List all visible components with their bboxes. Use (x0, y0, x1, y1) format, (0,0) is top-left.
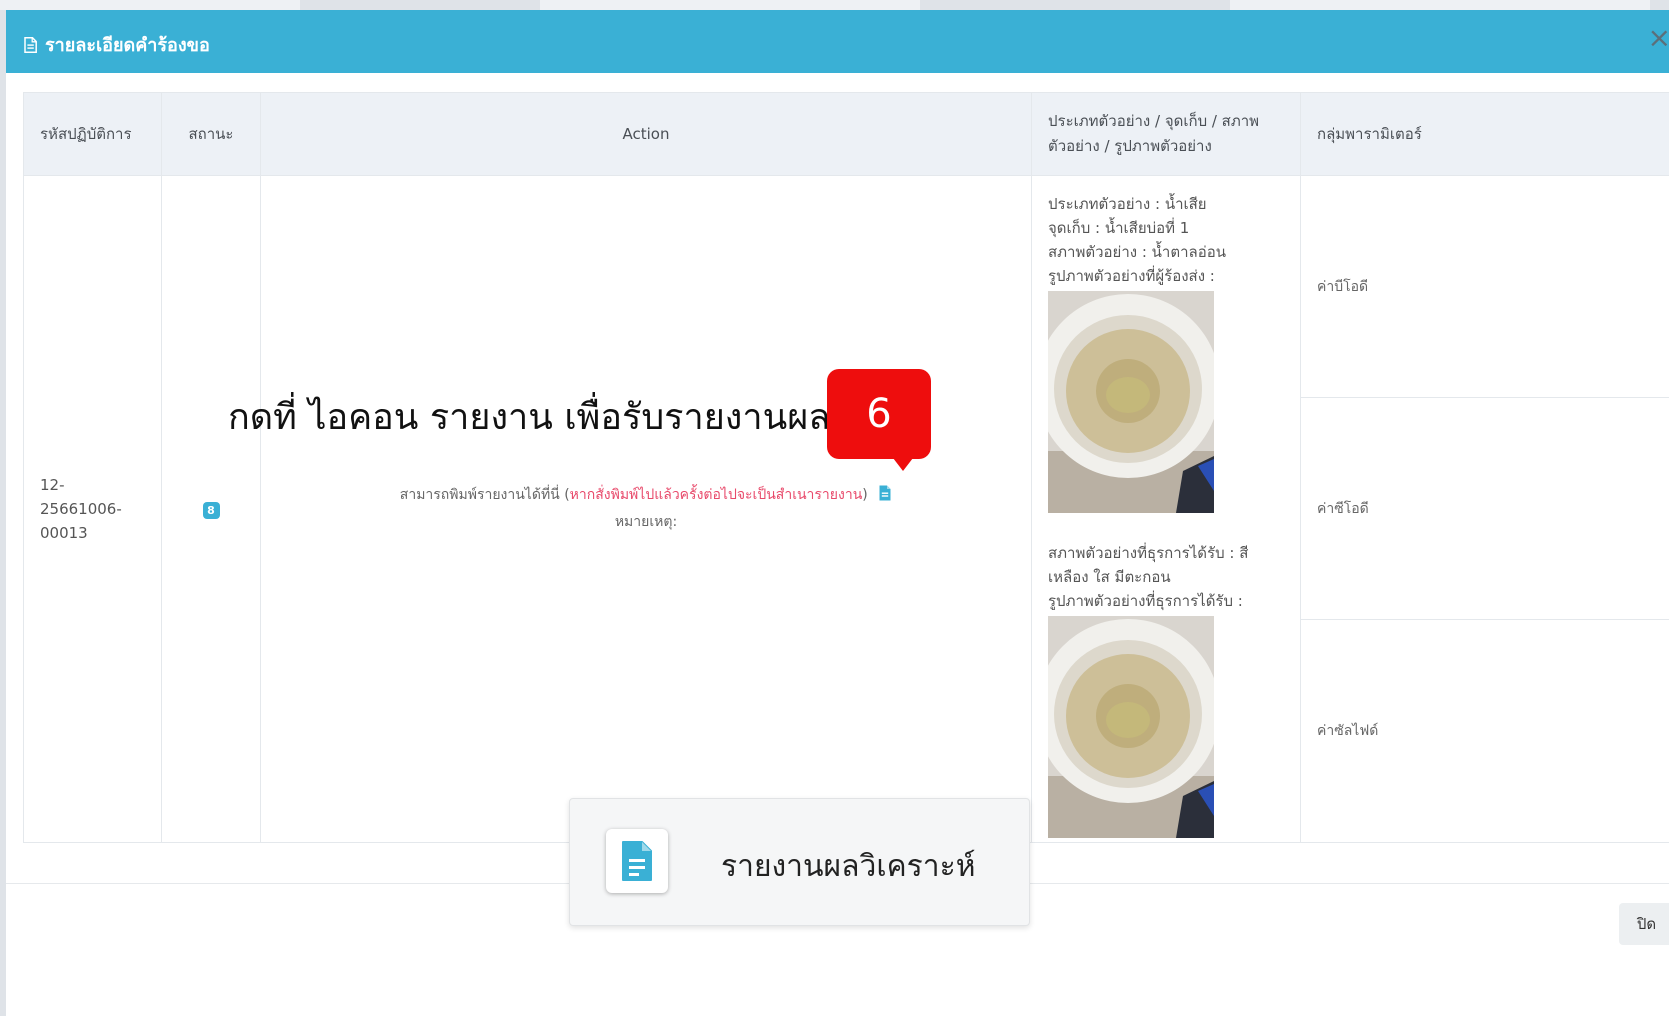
action-content: สามารถพิมพ์รายงานได้ที่นี่ (หากสั่งพิมพ์… (261, 482, 1031, 536)
remark-label: หมายเหตุ: (614, 514, 678, 530)
document-icon (24, 36, 37, 53)
instruction-text: กดที่ ไอคอน รายงาน เพื่อรับรายงานผล (228, 397, 831, 438)
sample-cell: ประเภทตัวอย่าง : น้ำเสีย จุดเก็บ : น้ำเส… (1031, 175, 1301, 843)
received-condition-label: สภาพตัวอย่างที่ธุรการได้รับ : (1048, 544, 1240, 562)
op-code-cell: 12- 25661006- 00013 (23, 175, 162, 843)
step-number-badge: 6 (827, 369, 931, 471)
param-item: ค่าซัลไฟด์ (1317, 723, 1379, 739)
sample-type-value: น้ำเสีย (1164, 195, 1207, 213)
param-item: ค่าบีโอดี (1301, 176, 1669, 398)
sample-type-label: ประเภทตัวอย่าง : (1048, 195, 1165, 213)
received-condition: สภาพตัวอย่างที่ธุรการได้รับ : สีเหลือง ใ… (1048, 541, 1284, 589)
op-code-line: 12- (40, 476, 65, 494)
sample-condition-value: น้ำตาลอ่อน (1151, 243, 1226, 261)
document-icon[interactable] (878, 485, 892, 501)
param-group-cell: ค่าบีโอดี ค่าซีโอดี ค่าซัลไฟด์ (1300, 175, 1669, 843)
print-line: สามารถพิมพ์รายงานได้ที่นี่ (หากสั่งพิมพ์… (261, 482, 1031, 509)
legend-icon-box (606, 829, 668, 893)
print-close-paren: ) (862, 487, 868, 503)
sample-photo[interactable] (1048, 616, 1214, 838)
op-code-line: 00013 (40, 524, 88, 542)
modal-title-text: รายละเอียดคำร้องขอ (45, 35, 210, 56)
document-icon (622, 841, 652, 881)
header-status: สถานะ (161, 92, 261, 176)
close-button[interactable]: ปิด (1619, 903, 1669, 945)
sample-point-label: จุดเก็บ : (1048, 219, 1105, 237)
sample-type: ประเภทตัวอย่าง : น้ำเสีย (1048, 192, 1284, 216)
background-stripe (0, 0, 300, 10)
received-image-label: รูปภาพตัวอย่างที่ธุรการได้รับ : (1048, 592, 1243, 610)
param-item: ค่าซีโอดี (1301, 398, 1669, 620)
sample-photo[interactable] (1048, 291, 1214, 513)
op-code-line: 25661006- (40, 500, 122, 518)
status-badge: 8 (202, 501, 220, 519)
sender-image-label: รูปภาพตัวอย่างที่ผู้ร้องส่ง : (1048, 267, 1215, 285)
close-icon[interactable]: × (1648, 24, 1669, 52)
header-sample-line1: ประเภทตัวอย่าง / จุดเก็บ / สภาพ (1048, 112, 1260, 130)
background-stripe (1230, 0, 1650, 10)
header-sample-line2: ตัวอย่าง / รูปภาพตัวอย่าง (1048, 137, 1212, 155)
sample-condition: สภาพตัวอย่าง : น้ำตาลอ่อน (1048, 240, 1284, 264)
sample-point: จุดเก็บ : น้ำเสียบ่อที่ 1 (1048, 216, 1284, 240)
table-header-row: รหัสปฏิบัติการ สถานะ Action ประเภทตัวอย่… (23, 92, 1669, 176)
icon-legend-card: รายงานผลวิเคราะห์ (569, 798, 1030, 926)
print-text: สามารถพิมพ์รายงานได้ที่นี่ ( (399, 487, 570, 503)
table-row: 12- 25661006- 00013 8 สามารถพิมพ์รายงานไ… (23, 175, 1669, 843)
request-table: รหัสปฏิบัติการ สถานะ Action ประเภทตัวอย่… (23, 92, 1669, 843)
header-action: Action (260, 92, 1032, 176)
action-cell: สามารถพิมพ์รายงานได้ที่นี่ (หากสั่งพิมพ์… (260, 175, 1032, 843)
sample-point-value: น้ำเสียบ่อที่ 1 (1104, 219, 1190, 237)
modal-header: รายละเอียดคำร้องขอ × (6, 10, 1669, 73)
modal-title: รายละเอียดคำร้องขอ (24, 30, 210, 59)
sample-condition-label: สภาพตัวอย่าง : (1048, 243, 1152, 261)
legend-label: รายงานผลวิเคราะห์ (721, 849, 976, 884)
header-param-group: กลุ่มพารามิเตอร์ (1300, 92, 1669, 176)
header-sample: ประเภทตัวอย่าง / จุดเก็บ / สภาพ ตัวอย่าง… (1031, 92, 1301, 176)
header-op-code: รหัสปฏิบัติการ (23, 92, 162, 176)
background-stripe (540, 0, 920, 10)
copy-warning: หากสั่งพิมพ์ไปแล้วครั้งต่อไปจะเป็นสำเนาร… (569, 487, 863, 503)
status-cell: 8 (161, 175, 261, 843)
